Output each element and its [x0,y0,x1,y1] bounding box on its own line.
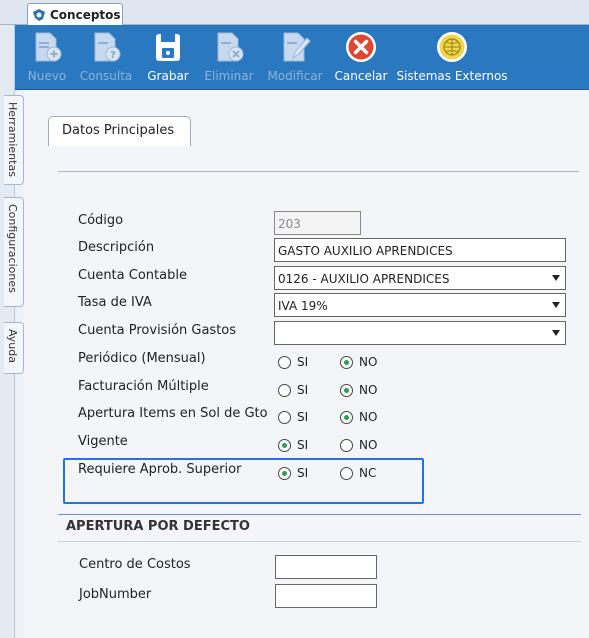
chevron-down-icon [552,302,560,308]
modificar-button[interactable]: Modificar [266,25,324,90]
descripcion-value: GASTO AUXILIO APRENDICES [278,244,453,258]
radio-dot [278,438,291,452]
jobnumber-field[interactable] [275,584,377,608]
apertura-items-label: Apertura Items en Sol de Gto [78,406,268,421]
radio-dot [278,410,291,424]
consulta-button[interactable]: ? Consulta [79,25,133,90]
radio-label: SI [297,383,309,397]
radio-dot [340,355,353,369]
external-systems-icon [435,25,469,69]
tasa-iva-value: IVA 19% [278,299,328,313]
eliminar-label: Eliminar [204,69,254,83]
apertura-items-no-radio[interactable]: NO [340,410,377,424]
apertura-items-si-radio[interactable]: SI [278,410,308,424]
grabar-button[interactable]: Grabar [145,25,191,90]
radio-dot [278,383,291,397]
side-tab-ayuda[interactable]: Ayuda [4,322,24,374]
cuenta-contable-select[interactable]: 0126 - AUXILIO APRENDICES [274,266,566,290]
side-tab-herramientas-label: Herramientas [6,102,19,177]
cancel-icon [344,25,378,69]
cancelar-button[interactable]: Cancelar [334,25,388,90]
section-underline [58,541,581,542]
side-tab-configuraciones-label: Configuraciones [6,204,19,293]
radio-label: NO [359,438,378,452]
radio-dot [278,466,291,480]
requiere-aprob-label: Requiere Aprob. Superior [78,462,242,477]
section-divider [58,514,581,515]
panel-divider [58,171,579,172]
cancelar-label: Cancelar [334,69,388,83]
requiere-aprob-no-radio[interactable]: NC [340,466,376,480]
side-tab-ayuda-label: Ayuda [6,329,19,363]
query-document-icon: ? [89,25,123,69]
new-document-icon [30,25,64,69]
periodico-label: Periódico (Mensual) [78,351,206,366]
jobnumber-label: JobNumber [79,587,152,602]
nuevo-label: Nuevo [27,69,67,83]
facturacion-si-radio[interactable]: SI [278,383,308,397]
radio-dot [340,438,353,452]
periodico-si-radio[interactable]: SI [278,355,308,369]
codigo-value: 203 [278,217,301,231]
cuenta-provision-label: Cuenta Provisión Gastos [78,323,237,338]
tasa-iva-select[interactable]: IVA 19% [274,293,566,317]
svg-text:?: ? [110,50,116,61]
radio-label: SI [297,466,309,480]
radio-dot [278,355,291,369]
radio-dot [340,466,353,480]
side-tab-herramientas[interactable]: Herramientas [4,95,24,185]
radio-label: NO [359,383,378,397]
delete-document-icon [212,25,246,69]
radio-label: SI [297,410,309,424]
cuenta-contable-label: Cuenta Contable [78,268,187,283]
sistemas-externos-label: Sistemas Externos [396,69,508,83]
descripcion-label: Descripción [78,240,155,255]
chevron-down-icon [552,330,560,336]
radio-dot [340,410,353,424]
radio-dot [340,383,353,397]
cuenta-provision-select[interactable] [274,321,566,345]
apertura-section-title: APERTURA POR DEFECTO [66,519,250,534]
nuevo-button[interactable]: Nuevo [27,25,67,90]
grabar-label: Grabar [147,69,189,83]
tab-datos-principales[interactable]: Datos Principales [48,116,191,146]
modificar-label: Modificar [267,69,323,83]
cuenta-contable-value: 0126 - AUXILIO APRENDICES [278,272,450,286]
vigente-si-radio[interactable]: SI [278,438,308,452]
descripcion-field[interactable]: GASTO AUXILIO APRENDICES [274,238,566,262]
vigente-label: Vigente [78,434,128,449]
toolbar: Nuevo ? Consulta Grabar Eliminar Modific… [15,25,589,90]
radio-label: SI [297,355,309,369]
facturacion-no-radio[interactable]: NO [340,383,377,397]
radio-label: NC [359,466,377,480]
facturacion-multiple-label: Facturación Múltiple [78,379,209,394]
window-tab-conceptos[interactable]: Conceptos [27,3,123,25]
chevron-down-icon [552,275,560,281]
radio-label: SI [297,438,309,452]
codigo-field[interactable]: 203 [274,211,361,235]
window-tabstrip: Conceptos [0,0,589,25]
app-logo-icon [33,8,45,21]
tab-datos-principales-label: Datos Principales [62,123,175,138]
window-tab-label: Conceptos [50,7,121,22]
radio-label: NO [359,355,378,369]
consulta-label: Consulta [79,69,133,83]
side-tab-configuraciones[interactable]: Configuraciones [4,197,24,307]
tasa-iva-label: Tasa de IVA [78,295,152,310]
vigente-no-radio[interactable]: NO [340,438,377,452]
radio-label: NO [359,410,378,424]
codigo-label: Código [78,213,124,228]
centro-costos-label: Centro de Costos [79,557,191,572]
requiere-aprob-si-radio[interactable]: SI [278,466,308,480]
centro-costos-field[interactable] [275,555,377,579]
sistemas-externos-button[interactable]: Sistemas Externos [395,25,509,90]
periodico-no-radio[interactable]: NO [340,355,377,369]
eliminar-button[interactable]: Eliminar [204,25,254,90]
edit-document-icon [278,25,312,69]
save-icon [151,25,185,69]
